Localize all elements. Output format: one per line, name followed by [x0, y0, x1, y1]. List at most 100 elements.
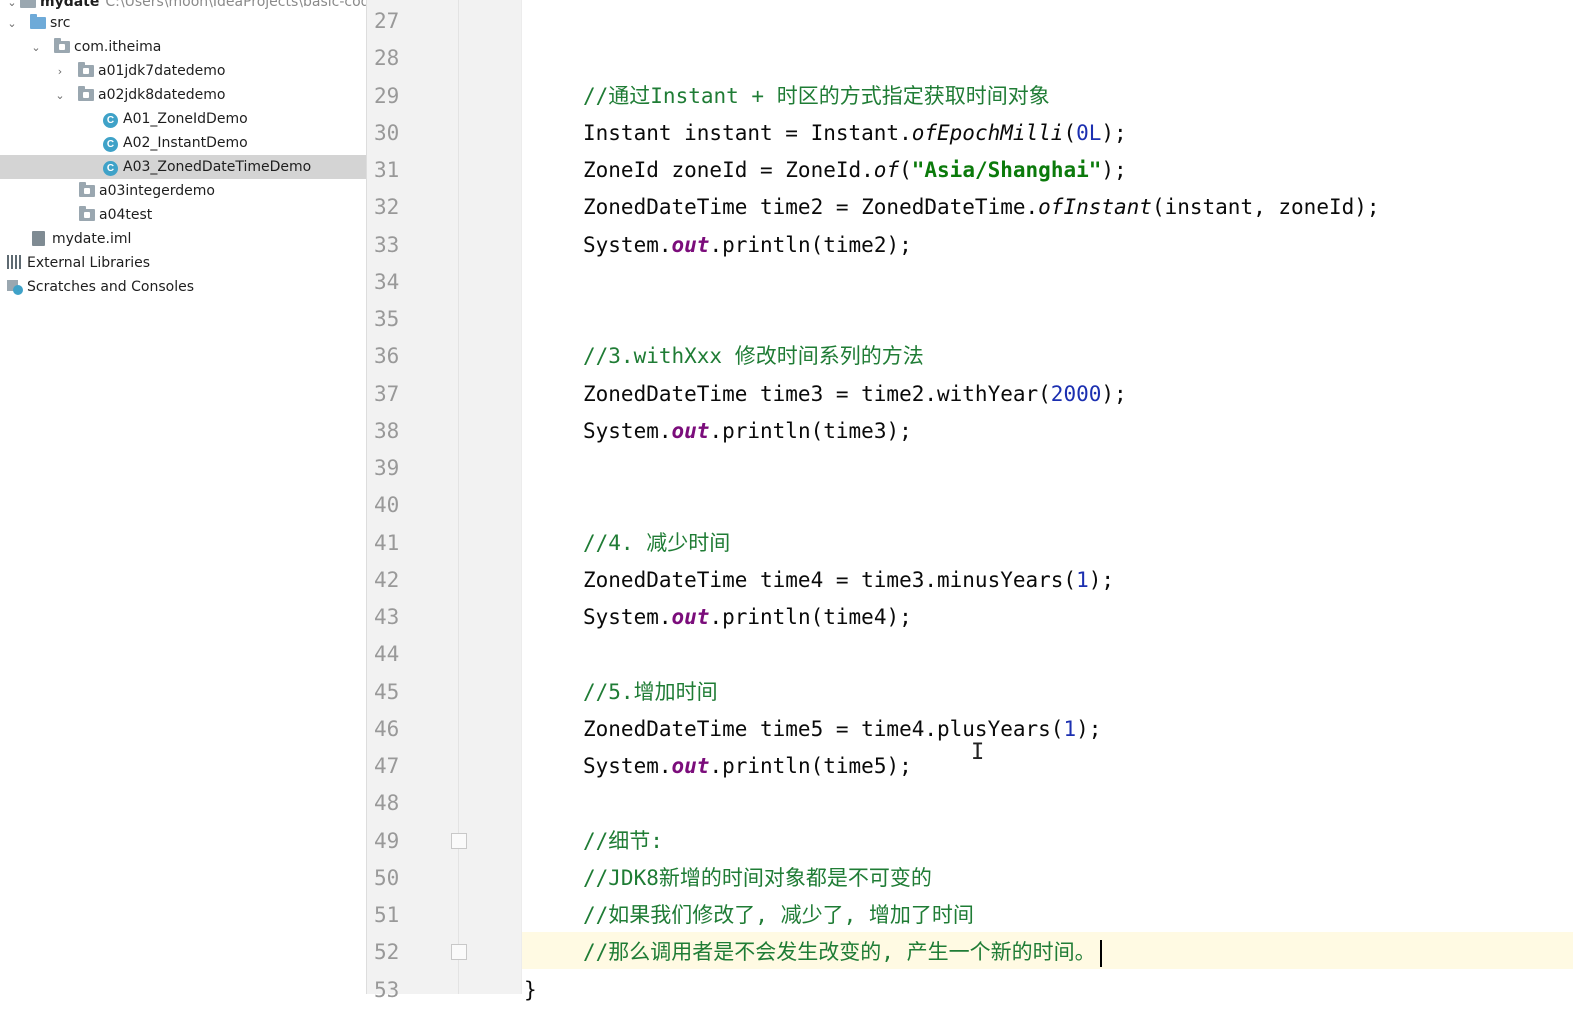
code-token: .println(time2);: [709, 232, 912, 257]
tree-item-a01jdk7datedemo[interactable]: › a01jdk7datedemo: [0, 59, 366, 83]
code-token: out: [671, 418, 710, 443]
code-token: .println(time3);: [709, 418, 912, 443]
indent-guide: [521, 0, 522, 994]
tree-item-label: mydate: [40, 0, 100, 10]
code-token: System.: [583, 754, 672, 778]
code-token: ofEpochMilli: [911, 120, 1064, 145]
line-number: 32: [374, 195, 400, 220]
code-line: System.out.println(time4);: [583, 599, 912, 636]
tree-item-a04test[interactable]: a04test: [0, 203, 366, 227]
code-token: System.: [583, 232, 672, 257]
tree-item-com-itheima[interactable]: ⌄ com.itheima: [0, 35, 366, 59]
code-token: );: [1101, 120, 1127, 145]
chevron-down-icon[interactable]: ⌄: [52, 87, 68, 103]
code-line: ZonedDateTime time5 = time4.plusYears(1)…: [583, 711, 1101, 748]
code-token: out: [671, 754, 710, 778]
java-class-icon: C: [103, 159, 119, 176]
code-line: }: [524, 972, 537, 1009]
code-line: ZonedDateTime time4 = time3.minusYears(1…: [583, 562, 1114, 599]
chevron-down-icon[interactable]: ⌄: [28, 39, 44, 55]
tree-item-label: a01jdk7datedemo: [98, 63, 226, 79]
code-token: Instant instant = Instant.: [583, 120, 912, 145]
tree-item-label: Scratches and Consoles: [27, 279, 194, 295]
code-token: ZonedDateTime time2 = ZonedDateTime.: [583, 195, 1039, 220]
code-line: System.out.println(time3);: [583, 413, 912, 450]
code-line: //JDK8新增的时间对象都是不可变的: [583, 860, 932, 897]
code-token: System.: [583, 605, 672, 629]
fold-marker-icon[interactable]: [451, 833, 467, 849]
code-line: //通过Instant + 时区的方式指定获取时间对象: [583, 78, 1050, 115]
code-line: ZonedDateTime time2 = ZonedDateTime.ofIn…: [583, 189, 1380, 226]
code-line: //如果我们修改了, 减少了, 增加了时间: [583, 897, 974, 934]
package-icon: [79, 182, 95, 199]
package-icon: [78, 62, 94, 79]
code-token: );: [1101, 158, 1127, 182]
line-number: 39: [374, 456, 400, 480]
code-token: //通过Instant + 时区的方式指定获取时间对象: [583, 83, 1050, 108]
text-caret: [1099, 939, 1102, 967]
code-token: ZoneId zoneId = ZoneId.: [583, 158, 874, 182]
tree-item-a02-instantdemo[interactable]: C A02_InstantDemo: [0, 131, 366, 155]
tree-item-a03integerdemo[interactable]: a03integerdemo: [0, 179, 366, 203]
code-token: 1: [1076, 567, 1089, 592]
code-token: );: [1101, 381, 1127, 406]
line-number: 28: [374, 46, 400, 71]
code-token: out: [671, 605, 710, 629]
chevron-right-icon[interactable]: ›: [52, 63, 68, 79]
code-token: of: [873, 158, 900, 182]
tree-item-external-libraries[interactable]: External Libraries: [0, 251, 366, 275]
java-class-icon: C: [103, 135, 119, 152]
chevron-down-icon[interactable]: ⌄: [4, 0, 20, 10]
code-token: ZonedDateTime time4 = time3.minusYears(: [583, 567, 1077, 592]
tree-item-mydate-iml[interactable]: mydate.iml: [0, 227, 366, 251]
tree-item-label: src: [50, 15, 71, 31]
code-token: //5.增加时间: [583, 679, 718, 704]
tree-item-label: A01_ZoneIdDemo: [123, 111, 248, 127]
code-line: //5.增加时间: [583, 674, 718, 711]
line-number: 35: [374, 307, 400, 331]
tree-item-scratches-and-consoles[interactable]: Scratches and Consoles: [0, 275, 366, 299]
package-icon: [78, 86, 94, 103]
code-token: (instant, zoneId);: [1151, 195, 1380, 220]
libraries-icon: [7, 255, 23, 271]
code-token: );: [1088, 567, 1115, 592]
code-token: .println(time5);: [709, 754, 912, 778]
fold-marker-icon[interactable]: [451, 944, 467, 960]
code-line: System.out.println(time5);: [583, 748, 912, 785]
tree-item-a01-zoneiddemo[interactable]: C A01_ZoneIdDemo: [0, 107, 366, 131]
code-line: //细节:: [583, 823, 663, 860]
line-number: 50: [374, 865, 400, 890]
code-token: );: [1076, 716, 1102, 741]
tree-item-a02jdk8datedemo[interactable]: ⌄ a02jdk8datedemo: [0, 83, 366, 107]
tree-item-label: a03integerdemo: [99, 183, 215, 199]
code-token: System.: [583, 418, 672, 443]
code-token: //那么调用者是不会发生改变的, 产生一个新的时间。: [583, 940, 1096, 965]
line-number: 44: [374, 642, 400, 667]
line-number: 38: [374, 418, 400, 443]
code-token: 1: [1063, 716, 1077, 741]
line-number: 45: [374, 679, 400, 704]
source-folder-icon: [30, 14, 46, 31]
line-number: 48: [374, 791, 400, 816]
code-token: ZonedDateTime time3 = time2.withYear(: [583, 381, 1051, 406]
line-number: 43: [374, 605, 400, 629]
line-number: 47: [374, 754, 400, 778]
line-number: 41: [374, 530, 400, 555]
line-number: 52: [374, 940, 400, 965]
code-token: //如果我们修改了, 减少了, 增加了时间: [583, 903, 974, 927]
line-number: 51: [374, 903, 400, 927]
code-line: ZonedDateTime time3 = time2.withYear(200…: [583, 376, 1127, 413]
code-line: //3.withXxx 修改时间系列的方法: [583, 338, 924, 375]
text-cursor-icon: I: [971, 740, 985, 765]
code-token: (: [899, 158, 912, 182]
project-tool-window: ⌄ mydate C:\Users\moon\IdeaProjects\basi…: [0, 0, 366, 994]
tree-item-a03-zoneddatetimedemo[interactable]: C A03_ZonedDateTimeDemo: [0, 155, 366, 179]
tree-item-src[interactable]: ⌄ src: [0, 11, 366, 35]
package-icon: [54, 38, 70, 55]
scratches-icon: [7, 279, 23, 295]
code-token: ZonedDateTime time5 = time4.plusYears(: [583, 716, 1064, 741]
tree-item-label: A03_ZonedDateTimeDemo: [123, 159, 312, 175]
chevron-down-icon[interactable]: ⌄: [4, 15, 20, 31]
project-path-label: C:\Users\moon\IdeaProjects\basic-code: [105, 0, 366, 10]
line-number: 42: [374, 567, 400, 592]
